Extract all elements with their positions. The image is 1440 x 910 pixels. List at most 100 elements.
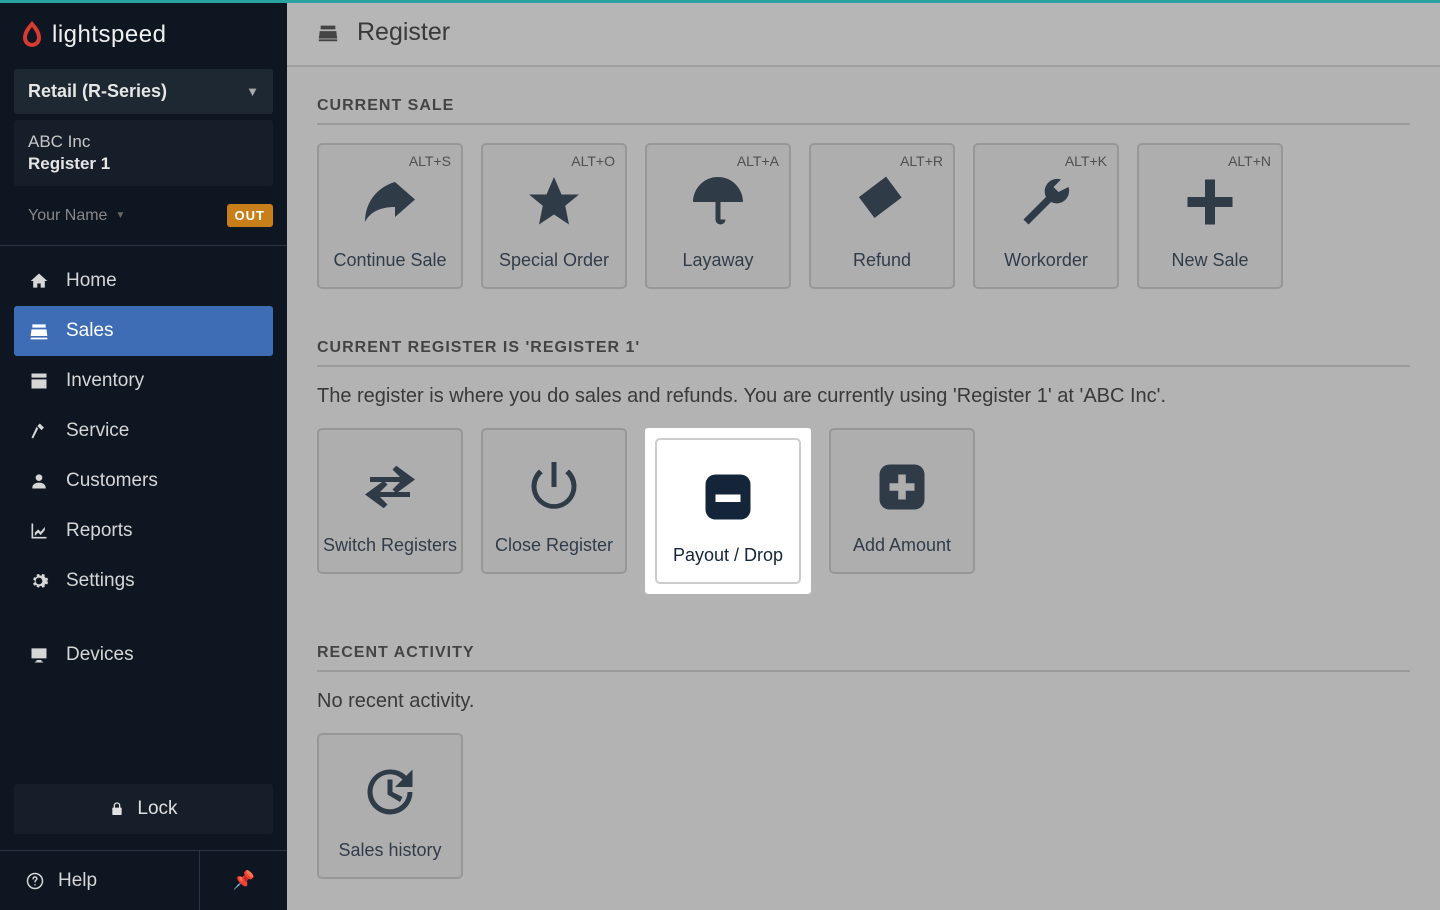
- shop-name: ABC Inc: [28, 132, 259, 152]
- user-menu[interactable]: Your Name ▼: [28, 207, 125, 225]
- chevron-down-icon: ▼: [115, 210, 125, 221]
- main-area: Register CURRENT SALE ALT+S Continue Sal…: [287, 0, 1440, 910]
- gear-icon: [28, 571, 50, 591]
- tile-label: Close Register: [495, 535, 613, 556]
- shortcut-label: ALT+N: [1228, 153, 1271, 169]
- user-name: Your Name: [28, 207, 107, 225]
- sidebar-item-settings[interactable]: Settings: [14, 556, 273, 606]
- user-icon: [28, 471, 50, 491]
- lock-wrap: Lock: [0, 784, 287, 850]
- sidebar-item-label: Service: [66, 420, 129, 442]
- plus-square-icon: [831, 438, 973, 535]
- tile-refund[interactable]: ALT+R Refund: [809, 143, 955, 289]
- help-button[interactable]: Help: [0, 851, 200, 910]
- sidebar-item-label: Inventory: [66, 370, 144, 392]
- register-icon: [28, 321, 50, 341]
- sidebar-item-label: Home: [66, 270, 117, 292]
- minus-square-icon: [657, 448, 799, 545]
- tile-label: Sales history: [338, 840, 441, 861]
- sidebar-item-label: Sales: [66, 320, 114, 342]
- shortcut-label: ALT+A: [737, 153, 779, 169]
- tile-special-order[interactable]: ALT+O Special Order: [481, 143, 627, 289]
- power-icon: [483, 438, 625, 535]
- recent-tiles: Sales history: [317, 733, 1410, 879]
- top-accent-strip: [0, 0, 1440, 3]
- nav: Home Sales Inventory Service Customers R…: [0, 246, 287, 784]
- sidebar-item-label: Settings: [66, 570, 135, 592]
- sidebar-item-sales[interactable]: Sales: [14, 306, 273, 356]
- tile-close-register[interactable]: Close Register: [481, 428, 627, 574]
- tile-label: New Sale: [1171, 250, 1248, 271]
- section-current-register-label: CURRENT REGISTER IS 'REGISTER 1': [317, 339, 1410, 367]
- lock-label: Lock: [137, 798, 177, 820]
- sidebar-item-home[interactable]: Home: [14, 256, 273, 306]
- sidebar-item-inventory[interactable]: Inventory: [14, 356, 273, 406]
- monitor-icon: [28, 645, 50, 665]
- chart-icon: [28, 521, 50, 541]
- hammer-icon: [28, 421, 50, 441]
- lock-icon: [109, 801, 125, 817]
- section-recent-label: RECENT ACTIVITY: [317, 644, 1410, 672]
- flame-icon: [20, 21, 44, 49]
- sidebar-item-label: Devices: [66, 644, 134, 666]
- user-row: Your Name ▼ OUT: [0, 186, 287, 245]
- tile-label: Special Order: [499, 250, 609, 271]
- register-tiles: Switch Registers Close Register Payout /…: [317, 428, 1410, 594]
- tile-sales-history[interactable]: Sales history: [317, 733, 463, 879]
- shortcut-label: ALT+S: [409, 153, 451, 169]
- brand-logo: lightspeed: [0, 3, 287, 61]
- tile-label: Payout / Drop: [673, 545, 783, 566]
- footer-bar: Help 📌: [0, 850, 287, 910]
- shortcut-label: ALT+R: [900, 153, 943, 169]
- product-label: Retail (R-Series): [28, 81, 167, 102]
- tile-label: Layaway: [682, 250, 753, 271]
- brand-name: lightspeed: [52, 21, 166, 49]
- sidebar-item-service[interactable]: Service: [14, 406, 273, 456]
- highlighted-tile-wrap: Payout / Drop: [645, 428, 811, 594]
- shortcut-label: ALT+O: [571, 153, 615, 169]
- chevron-down-icon: ▼: [246, 84, 259, 99]
- tile-layaway[interactable]: ALT+A Layaway: [645, 143, 791, 289]
- sidebar: lightspeed Retail (R-Series) ▼ ABC Inc R…: [0, 0, 287, 910]
- page-header: Register: [287, 0, 1440, 67]
- register-name: Register 1: [28, 154, 259, 174]
- tile-payout-drop[interactable]: Payout / Drop: [655, 438, 801, 584]
- page-title: Register: [357, 18, 450, 47]
- main-scroll: Register CURRENT SALE ALT+S Continue Sal…: [287, 0, 1440, 910]
- lock-button[interactable]: Lock: [14, 784, 273, 834]
- tile-new-sale[interactable]: ALT+N New Sale: [1137, 143, 1283, 289]
- sidebar-item-reports[interactable]: Reports: [14, 506, 273, 556]
- tile-workorder[interactable]: ALT+K Workorder: [973, 143, 1119, 289]
- recent-empty: No recent activity.: [317, 690, 1410, 713]
- swap-icon: [319, 438, 461, 535]
- help-icon: [26, 872, 44, 890]
- tile-label: Refund: [853, 250, 911, 271]
- tile-add-amount[interactable]: Add Amount: [829, 428, 975, 574]
- tile-continue-sale[interactable]: ALT+S Continue Sale: [317, 143, 463, 289]
- page-content: CURRENT SALE ALT+S Continue Sale ALT+O S…: [287, 67, 1440, 910]
- history-icon: [319, 743, 461, 840]
- tile-label: Continue Sale: [333, 250, 446, 271]
- sidebar-item-devices[interactable]: Devices: [14, 630, 273, 680]
- tile-label: Workorder: [1004, 250, 1088, 271]
- nav-spacer: [14, 606, 273, 630]
- box-icon: [28, 371, 50, 391]
- home-icon: [28, 271, 50, 291]
- sidebar-item-customers[interactable]: Customers: [14, 456, 273, 506]
- pin-icon: 📌: [232, 870, 254, 891]
- register-icon: [317, 23, 339, 43]
- tile-label: Switch Registers: [323, 535, 457, 556]
- shortcut-label: ALT+K: [1065, 153, 1107, 169]
- current-sale-tiles: ALT+S Continue Sale ALT+O Special Order …: [317, 143, 1410, 289]
- clock-out-badge[interactable]: OUT: [227, 204, 273, 227]
- shop-register-block[interactable]: ABC Inc Register 1: [14, 120, 273, 186]
- tile-switch-registers[interactable]: Switch Registers: [317, 428, 463, 574]
- section-current-sale-label: CURRENT SALE: [317, 97, 1410, 125]
- product-switcher[interactable]: Retail (R-Series) ▼: [14, 69, 273, 114]
- context-block: Retail (R-Series) ▼ ABC Inc Register 1: [14, 69, 273, 186]
- sidebar-item-label: Customers: [66, 470, 158, 492]
- register-desc: The register is where you do sales and r…: [317, 385, 1410, 408]
- tile-label: Add Amount: [853, 535, 951, 556]
- help-label: Help: [58, 870, 97, 892]
- pin-button[interactable]: 📌: [200, 851, 287, 910]
